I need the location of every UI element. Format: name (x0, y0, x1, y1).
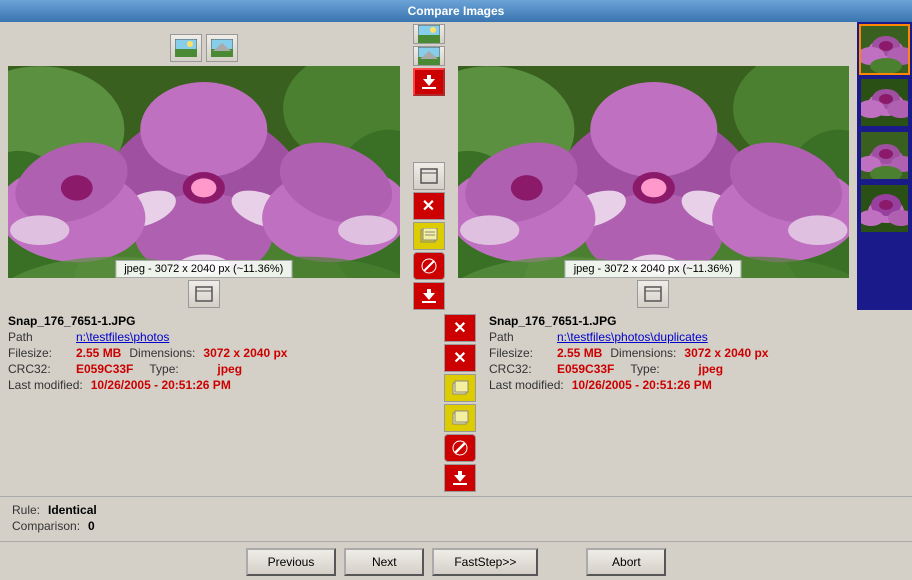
right-image-area: jpeg - 3072 x 2040 px (~11.36%) (458, 66, 850, 278)
thumbnail-1[interactable] (859, 24, 910, 75)
action-download-btn[interactable] (444, 464, 476, 492)
right-sidebar (857, 22, 912, 310)
left-path-label: Path (8, 330, 68, 344)
middle-download-btn[interactable] (413, 68, 445, 96)
right-panel: jpeg - 3072 x 2040 px (~11.36%) (458, 22, 858, 310)
left-panel-view-btn2[interactable] (206, 34, 238, 62)
right-dimensions-value: 3072 x 2040 px (684, 346, 768, 360)
left-move-btn[interactable] (444, 374, 476, 402)
left-filesize-label: Filesize: (8, 346, 68, 360)
middle-action-download-btn[interactable] (413, 282, 445, 310)
left-image-tooltip: jpeg - 3072 x 2040 px (~11.36%) (115, 260, 292, 278)
right-modified-value: 10/26/2005 - 20:51:26 PM (572, 378, 712, 392)
right-type-value: jpeg (698, 362, 723, 376)
compare-view-btn2[interactable] (413, 46, 445, 66)
left-delete-btn[interactable]: ✕ (444, 314, 476, 342)
right-filesize-label: Filesize: (489, 346, 549, 360)
left-modified-value: 10/26/2005 - 20:51:26 PM (91, 378, 231, 392)
rule-label: Rule: (12, 503, 40, 517)
comparison-label: Comparison: (12, 519, 80, 533)
file-info-middle-actions: ✕ ✕ (431, 310, 489, 496)
left-resize-btn[interactable] (188, 280, 220, 308)
thumbnail-3[interactable] (859, 130, 910, 181)
comparison-value: 0 (88, 519, 95, 533)
left-file-info: Snap_176_7651-1.JPG Path n:\testfiles\ph… (0, 310, 431, 496)
middle-toolbar: ✕ (400, 22, 458, 310)
left-filesize-value: 2.55 MB (76, 346, 121, 360)
middle-block-btn[interactable] (413, 252, 445, 280)
left-dimensions-label: Dimensions: (129, 346, 195, 360)
left-panel-view-btn1[interactable] (170, 34, 202, 62)
left-modified-label: Last modified: (8, 378, 83, 392)
right-crc32-label: CRC32: (489, 362, 549, 376)
thumbnail-2[interactable] (859, 77, 910, 128)
next-button[interactable]: Next (344, 548, 424, 576)
left-panel: jpeg - 3072 x 2040 px (~11.36%) (0, 22, 400, 310)
action-buttons-row: Previous Next FastStep>> Abort (0, 541, 912, 580)
right-path-label: Path (489, 330, 549, 344)
right-modified-label: Last modified: (489, 378, 564, 392)
block-btn[interactable] (444, 434, 476, 462)
right-panel-toolbar (458, 30, 850, 66)
compare-view-btn1[interactable] (413, 24, 445, 44)
title-bar: Compare Images (0, 0, 912, 22)
right-type-label: Type: (630, 362, 690, 376)
left-type-label: Type: (149, 362, 209, 376)
middle-delete-btn[interactable]: ✕ (413, 192, 445, 220)
abort-button[interactable]: Abort (586, 548, 666, 576)
left-panel-toolbar (8, 30, 400, 66)
right-delete-btn[interactable]: ✕ (444, 344, 476, 372)
middle-resize-btn[interactable] (413, 162, 445, 190)
right-dimensions-label: Dimensions: (610, 346, 676, 360)
left-path-value[interactable]: n:\testfiles\photos (76, 330, 169, 344)
right-file-info: Snap_176_7651-1.JPG Path n:\testfiles\ph… (489, 310, 912, 496)
thumbnail-4[interactable] (859, 183, 910, 234)
left-dimensions-value: 3072 x 2040 px (203, 346, 287, 360)
window-title: Compare Images (408, 4, 505, 18)
middle-move-btn[interactable] (413, 222, 445, 250)
previous-button[interactable]: Previous (246, 548, 337, 576)
left-crc32-label: CRC32: (8, 362, 68, 376)
left-crc32-value: E059C33F (76, 362, 133, 376)
right-move-btn[interactable] (444, 404, 476, 432)
right-resize-btn[interactable] (637, 280, 669, 308)
left-image-area: jpeg - 3072 x 2040 px (~11.36%) (8, 66, 400, 278)
left-filename: Snap_176_7651-1.JPG (8, 314, 423, 328)
right-path-value[interactable]: n:\testfiles\photos\duplicates (557, 330, 708, 344)
right-filesize-value: 2.55 MB (557, 346, 602, 360)
faststep-button[interactable]: FastStep>> (432, 548, 538, 576)
rule-value: Identical (48, 503, 97, 517)
file-info-row: Snap_176_7651-1.JPG Path n:\testfiles\ph… (0, 310, 912, 496)
left-type-value: jpeg (217, 362, 242, 376)
bottom-bar: Rule: Identical Comparison: 0 (0, 496, 912, 541)
right-filename: Snap_176_7651-1.JPG (489, 314, 904, 328)
right-crc32-value: E059C33F (557, 362, 614, 376)
right-image-tooltip: jpeg - 3072 x 2040 px (~11.36%) (565, 260, 742, 278)
